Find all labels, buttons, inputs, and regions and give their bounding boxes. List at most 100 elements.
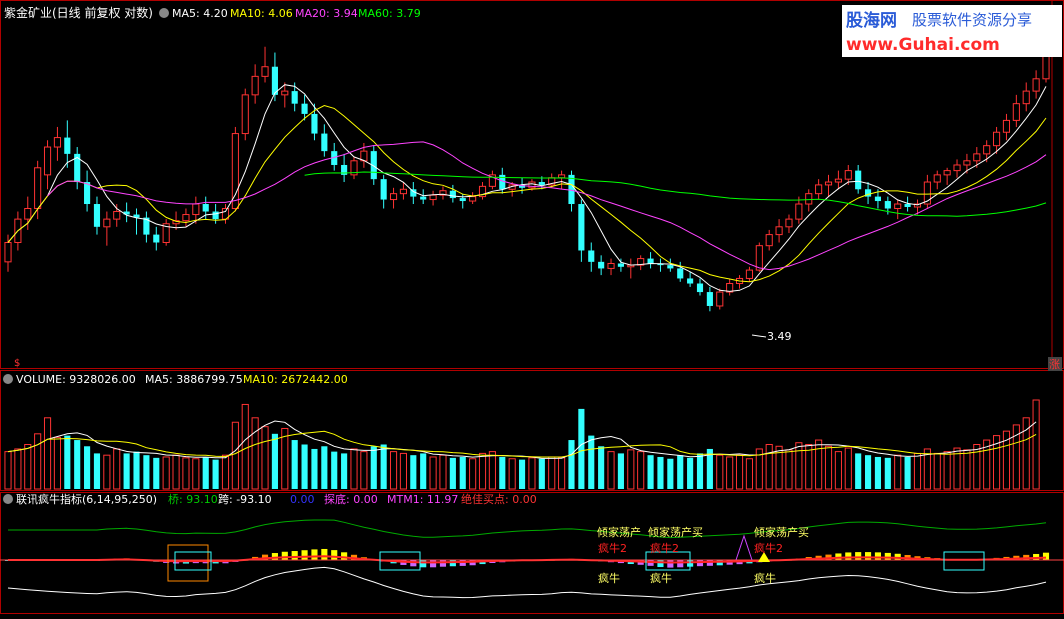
volume-bar xyxy=(271,433,278,489)
indicator-toggle-icon[interactable] xyxy=(3,494,13,504)
candle-body xyxy=(113,211,121,220)
candle-body xyxy=(84,182,91,205)
volume-bar xyxy=(538,458,545,489)
volume-bar xyxy=(488,451,496,490)
candle-body xyxy=(449,190,456,199)
volume-bar xyxy=(24,444,32,490)
volume-bar xyxy=(528,457,536,490)
signal-text: 疯牛2 xyxy=(650,541,679,555)
volume-bar xyxy=(647,455,654,489)
volume-bar xyxy=(765,444,773,490)
volume-bar xyxy=(824,445,833,490)
signal-text: 疯牛 xyxy=(754,571,776,585)
volume-bar xyxy=(598,446,605,489)
volume-bar xyxy=(4,451,12,490)
volume-bar xyxy=(53,436,61,490)
volume-bar xyxy=(399,452,407,490)
signal-text: 疯牛 xyxy=(650,571,672,585)
ma20-label: MA20: 3.94 xyxy=(295,7,358,20)
candle-body xyxy=(281,90,289,96)
candle-body xyxy=(182,214,190,222)
indicator-bar xyxy=(281,551,288,560)
volume-bar xyxy=(687,457,694,489)
candle-body xyxy=(884,201,891,209)
volume-bar xyxy=(469,458,477,490)
volume-ma5-line xyxy=(7,420,1037,459)
volume-bar xyxy=(202,456,209,489)
candle-body xyxy=(311,113,318,134)
volume-bar xyxy=(578,408,585,489)
indicator-bar xyxy=(657,560,664,568)
toggle-circle-icon[interactable] xyxy=(159,8,169,18)
indicator-buy-point-label: 绝佳买点: 0.00 xyxy=(461,492,537,506)
candle-body xyxy=(667,265,674,269)
candle-body xyxy=(588,250,595,262)
candle-body xyxy=(469,196,477,202)
indicator-bridge-line xyxy=(8,519,1047,539)
volume-bar xyxy=(182,457,190,490)
indicator-bar xyxy=(845,552,852,560)
signal-text: 倾家荡产买 xyxy=(648,525,703,539)
ma60-label: MA60: 3.79 xyxy=(358,7,421,20)
indicator-bar xyxy=(449,560,456,567)
volume-toggle-icon[interactable] xyxy=(3,374,13,384)
volume-bar xyxy=(321,446,328,489)
indicator-blue-value: 0.00 xyxy=(290,493,315,506)
candle-body xyxy=(153,234,160,243)
volume-bar xyxy=(281,427,289,490)
volume-bar xyxy=(34,433,42,490)
volume-bar xyxy=(251,417,259,490)
volume-bar xyxy=(815,439,823,490)
volume-bar xyxy=(133,451,140,489)
candle-body xyxy=(953,164,961,172)
volume-bar xyxy=(341,453,348,489)
volume-bar xyxy=(943,451,951,490)
ma10-label: MA10: 4.06 xyxy=(230,7,293,20)
volume-bar xyxy=(499,456,506,489)
candle-body xyxy=(1002,119,1011,133)
volume-ma10-label: MA10: 2672442.00 xyxy=(243,373,348,386)
candle-body xyxy=(983,145,991,155)
candle-body xyxy=(755,245,763,271)
volume-bar xyxy=(864,455,872,489)
volume-bar xyxy=(291,440,298,489)
volume-bar xyxy=(478,452,487,490)
candle-body xyxy=(696,283,704,293)
volume-bar xyxy=(360,451,368,490)
candle-body xyxy=(716,291,724,307)
volume-bar xyxy=(558,457,566,490)
signal-spike-marker xyxy=(735,534,753,561)
volume-bar xyxy=(231,421,239,490)
watermark-slogan: 股票软件资源分享 xyxy=(912,11,1032,29)
watermark-logo: 股海网 股票软件资源分享 www.Guhai.com xyxy=(842,5,1062,57)
indicator-mtm1-label: MTM1: 11.97 xyxy=(387,493,458,506)
indicator-bar xyxy=(331,550,338,560)
volume-bar xyxy=(963,449,971,490)
volume-bar xyxy=(143,455,150,489)
candle-body xyxy=(558,174,566,179)
candle-body xyxy=(993,131,1001,147)
volume-bar xyxy=(657,456,664,489)
signal-text: 疯牛2 xyxy=(598,541,627,555)
low-pointer-line xyxy=(751,334,767,338)
indicator-bar xyxy=(667,560,674,568)
candle-body xyxy=(24,208,32,220)
volume-bar xyxy=(123,453,130,489)
volume-bar xyxy=(874,456,882,489)
volume-bar xyxy=(14,448,22,490)
candle-body xyxy=(617,263,624,267)
volume-bar xyxy=(904,456,911,489)
volume-bar xyxy=(834,451,842,490)
volume-bar xyxy=(1032,399,1040,490)
indicator-bar xyxy=(420,560,427,568)
volume-bar xyxy=(301,444,308,489)
volume-bar xyxy=(508,458,516,490)
chart-canvas: 紫金矿业(日线 前复权 对数) MA5: 4.20 MA10: 4.06 MA2… xyxy=(0,0,1064,614)
volume-bar xyxy=(449,457,456,489)
volume-bar xyxy=(844,447,852,490)
volume-bar xyxy=(735,454,744,490)
candle-body xyxy=(399,188,407,195)
volume-group xyxy=(4,399,1040,490)
volume-ma5-label: MA5: 3886799.75 xyxy=(145,373,243,386)
volume-bar xyxy=(518,459,526,489)
